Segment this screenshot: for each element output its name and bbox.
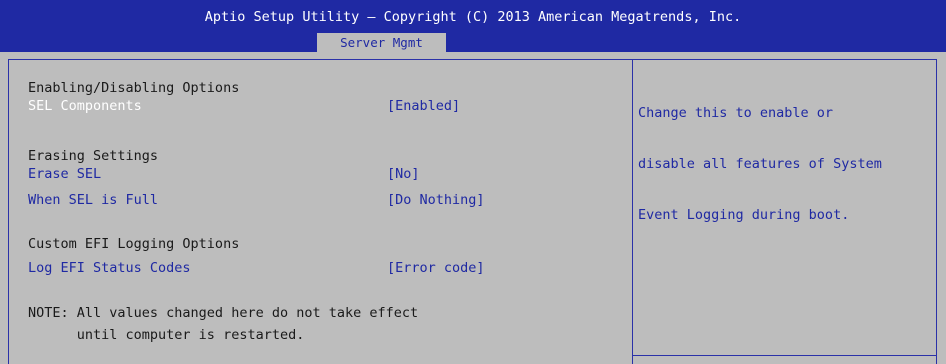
when-sel-full-value[interactable]: [Do Nothing]	[387, 192, 485, 208]
section-heading-custom-efi: Custom EFI Logging Options	[28, 236, 240, 252]
tab-server-mgmt[interactable]: Server Mgmt	[317, 33, 446, 52]
section-heading-erasing: Erasing Settings	[28, 148, 159, 164]
help-panel-bottom-rule	[633, 355, 937, 356]
note-text-line1: NOTE: All values changed here do not tak…	[28, 305, 419, 321]
when-sel-full-label[interactable]: When SEL is Full	[28, 192, 158, 208]
help-line-3: Event Logging during boot.	[638, 207, 850, 223]
help-line-2: disable all features of System	[638, 156, 882, 172]
erase-sel-value[interactable]: [No]	[387, 166, 420, 182]
app-title: Aptio Setup Utility – Copyright (C) 2013…	[204, 9, 742, 25]
header-bar: Aptio Setup Utility – Copyright (C) 2013…	[0, 0, 946, 52]
help-line-1: Change this to enable or	[638, 105, 834, 121]
help-text: Change this to enable or disable all fea…	[638, 71, 934, 241]
log-efi-status-label[interactable]: Log EFI Status Codes	[28, 260, 191, 276]
erase-sel-label[interactable]: Erase SEL	[28, 166, 101, 182]
note-text-line2: until computer is restarted.	[28, 327, 305, 343]
sel-components-value[interactable]: [Enabled]	[387, 98, 460, 114]
sel-components-label[interactable]: SEL Components	[28, 98, 142, 114]
section-heading-enabling: Enabling/Disabling Options	[28, 80, 240, 96]
log-efi-status-value[interactable]: [Error code]	[387, 260, 485, 276]
panel-divider	[632, 59, 633, 364]
